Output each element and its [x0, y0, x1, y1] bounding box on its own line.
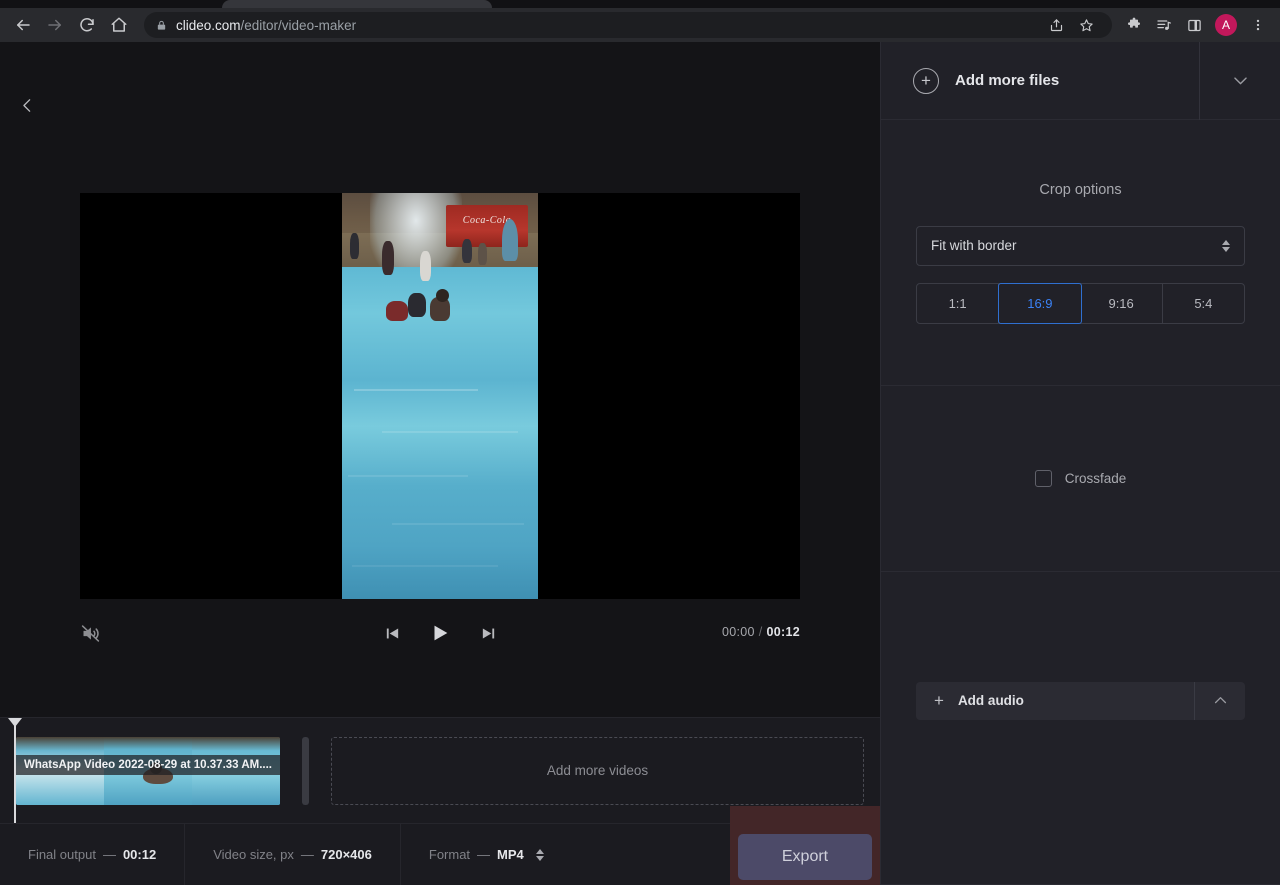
video-size-label: Video size, px: [213, 847, 294, 862]
format-label: Format: [428, 847, 471, 862]
url-path: /editor/video-maker: [240, 17, 357, 33]
crop-options-title: Crop options: [1039, 181, 1122, 198]
total-time: 00:12: [766, 625, 800, 639]
final-output-value: 00:12: [122, 847, 157, 862]
aspect-ratio-5-4[interactable]: 5:4: [1163, 284, 1244, 323]
add-audio-label: Add audio: [957, 693, 1024, 708]
crossfade-label: Crossfade: [1064, 471, 1127, 486]
audio-section: + Add audio: [881, 572, 1280, 885]
current-time: 00:00: [721, 625, 755, 639]
video-frame-content: Coca-Cola: [342, 193, 538, 599]
em-dash: —: [102, 847, 116, 862]
aspect-ratio-16-9[interactable]: 16:9: [998, 282, 1082, 324]
crop-mode-select[interactable]: Fit with border: [916, 225, 1245, 266]
preview-stage: Coca-Cola 00:00 / 00:12: [0, 42, 880, 717]
skip-next-icon[interactable]: [474, 619, 502, 647]
reload-icon[interactable]: [72, 10, 102, 40]
dropzone-label: Add more videos: [546, 763, 649, 778]
crossfade-checkbox[interactable]: [1034, 470, 1052, 487]
right-panel: + Add more files Crop options Fit with b…: [880, 41, 1280, 885]
add-more-videos-dropzone[interactable]: Add more videos: [331, 736, 864, 805]
avatar[interactable]: A: [1215, 14, 1237, 36]
status-bar: Final output — 00:12 Video size, px — 72…: [0, 806, 880, 885]
address-bar[interactable]: clideo.com/editor/video-maker: [144, 12, 1112, 38]
export-button[interactable]: Export: [738, 834, 872, 880]
timeline-clip[interactable]: WhatsApp Video 2022-08-29 at 10.37.33 AM…: [16, 736, 280, 805]
letterbox-left: [80, 193, 342, 599]
forward-arrow-icon[interactable]: [40, 10, 70, 40]
add-more-files-label: Add more files: [955, 72, 1060, 89]
aspect-ratio-9-16[interactable]: 9:16: [1081, 283, 1163, 323]
lock-icon: [156, 19, 167, 32]
video-preview[interactable]: Coca-Cola: [80, 193, 800, 599]
browser-tab[interactable]: [222, 0, 492, 8]
circle-plus-icon: +: [913, 67, 939, 94]
em-dash: —: [477, 847, 491, 862]
crossfade-section: Crossfade: [881, 386, 1280, 572]
clip-title: WhatsApp Video 2022-08-29 at 10.37.33 AM…: [16, 754, 280, 775]
url-domain: clideo.com: [176, 17, 241, 33]
browser-toolbar: clideo.com/editor/video-maker A: [0, 8, 1280, 42]
share-icon[interactable]: [1042, 11, 1070, 39]
home-icon[interactable]: [104, 10, 134, 40]
plus-icon: +: [934, 690, 944, 710]
letterbox-right: [538, 193, 800, 599]
crossfade-row[interactable]: Crossfade: [1034, 470, 1127, 487]
final-output-stat: Final output — 00:12: [0, 823, 186, 885]
em-dash: —: [300, 847, 314, 862]
back-arrow-icon[interactable]: [8, 10, 38, 40]
aspect-ratio-1-1[interactable]: 1:1: [917, 283, 1000, 323]
clip-trim-handle[interactable]: [302, 736, 309, 805]
play-button[interactable]: [426, 619, 454, 647]
player-controls: 00:00/00:12: [0, 619, 880, 653]
final-output-label: Final output: [28, 847, 96, 862]
aspect-ratio-group: 1:1 16:9 9:16 5:4: [916, 282, 1245, 324]
chevron-up-icon[interactable]: [1195, 682, 1245, 720]
format-stepper[interactable]: [535, 848, 544, 861]
add-audio-row: + Add audio: [916, 681, 1245, 720]
chevron-down-icon[interactable]: [1200, 42, 1280, 120]
url-text: clideo.com/editor/video-maker: [176, 18, 356, 33]
select-stepper-icon: [1222, 239, 1230, 252]
crop-options-section: Crop options Fit with border 1:1 16:9 9:…: [881, 120, 1280, 386]
star-icon[interactable]: [1072, 11, 1100, 39]
transport-controls: [378, 619, 502, 647]
time-separator: /: [758, 625, 763, 639]
three-dot-menu-icon[interactable]: [1244, 11, 1272, 39]
app-root: Coca-Cola 00:00 / 00:12 WhatsApp Video 2…: [0, 41, 1280, 885]
back-chevron-icon[interactable]: [12, 90, 42, 120]
media-playlist-icon[interactable]: [1150, 11, 1178, 39]
mute-icon[interactable]: [76, 619, 104, 647]
browser-tab-strip: [0, 0, 1280, 8]
puzzle-piece-icon[interactable]: [1120, 11, 1148, 39]
video-size-value: 720×406: [320, 847, 372, 862]
split-panel-icon[interactable]: [1180, 11, 1208, 39]
skip-previous-icon[interactable]: [378, 619, 406, 647]
format-stat[interactable]: Format — MP4: [401, 824, 572, 885]
format-value: MP4: [497, 847, 524, 862]
time-display: 00:00/00:12: [722, 625, 800, 639]
add-audio-button[interactable]: + Add audio: [916, 681, 1195, 720]
crop-mode-value: Fit with border: [931, 238, 1017, 253]
editor-main-column: Coca-Cola 00:00 / 00:12 WhatsApp Video 2…: [0, 42, 880, 885]
video-size-stat: Video size, px — 720×406: [185, 823, 401, 885]
panel-header: + Add more files: [881, 41, 1280, 120]
add-more-files-button[interactable]: + Add more files: [881, 41, 1200, 120]
